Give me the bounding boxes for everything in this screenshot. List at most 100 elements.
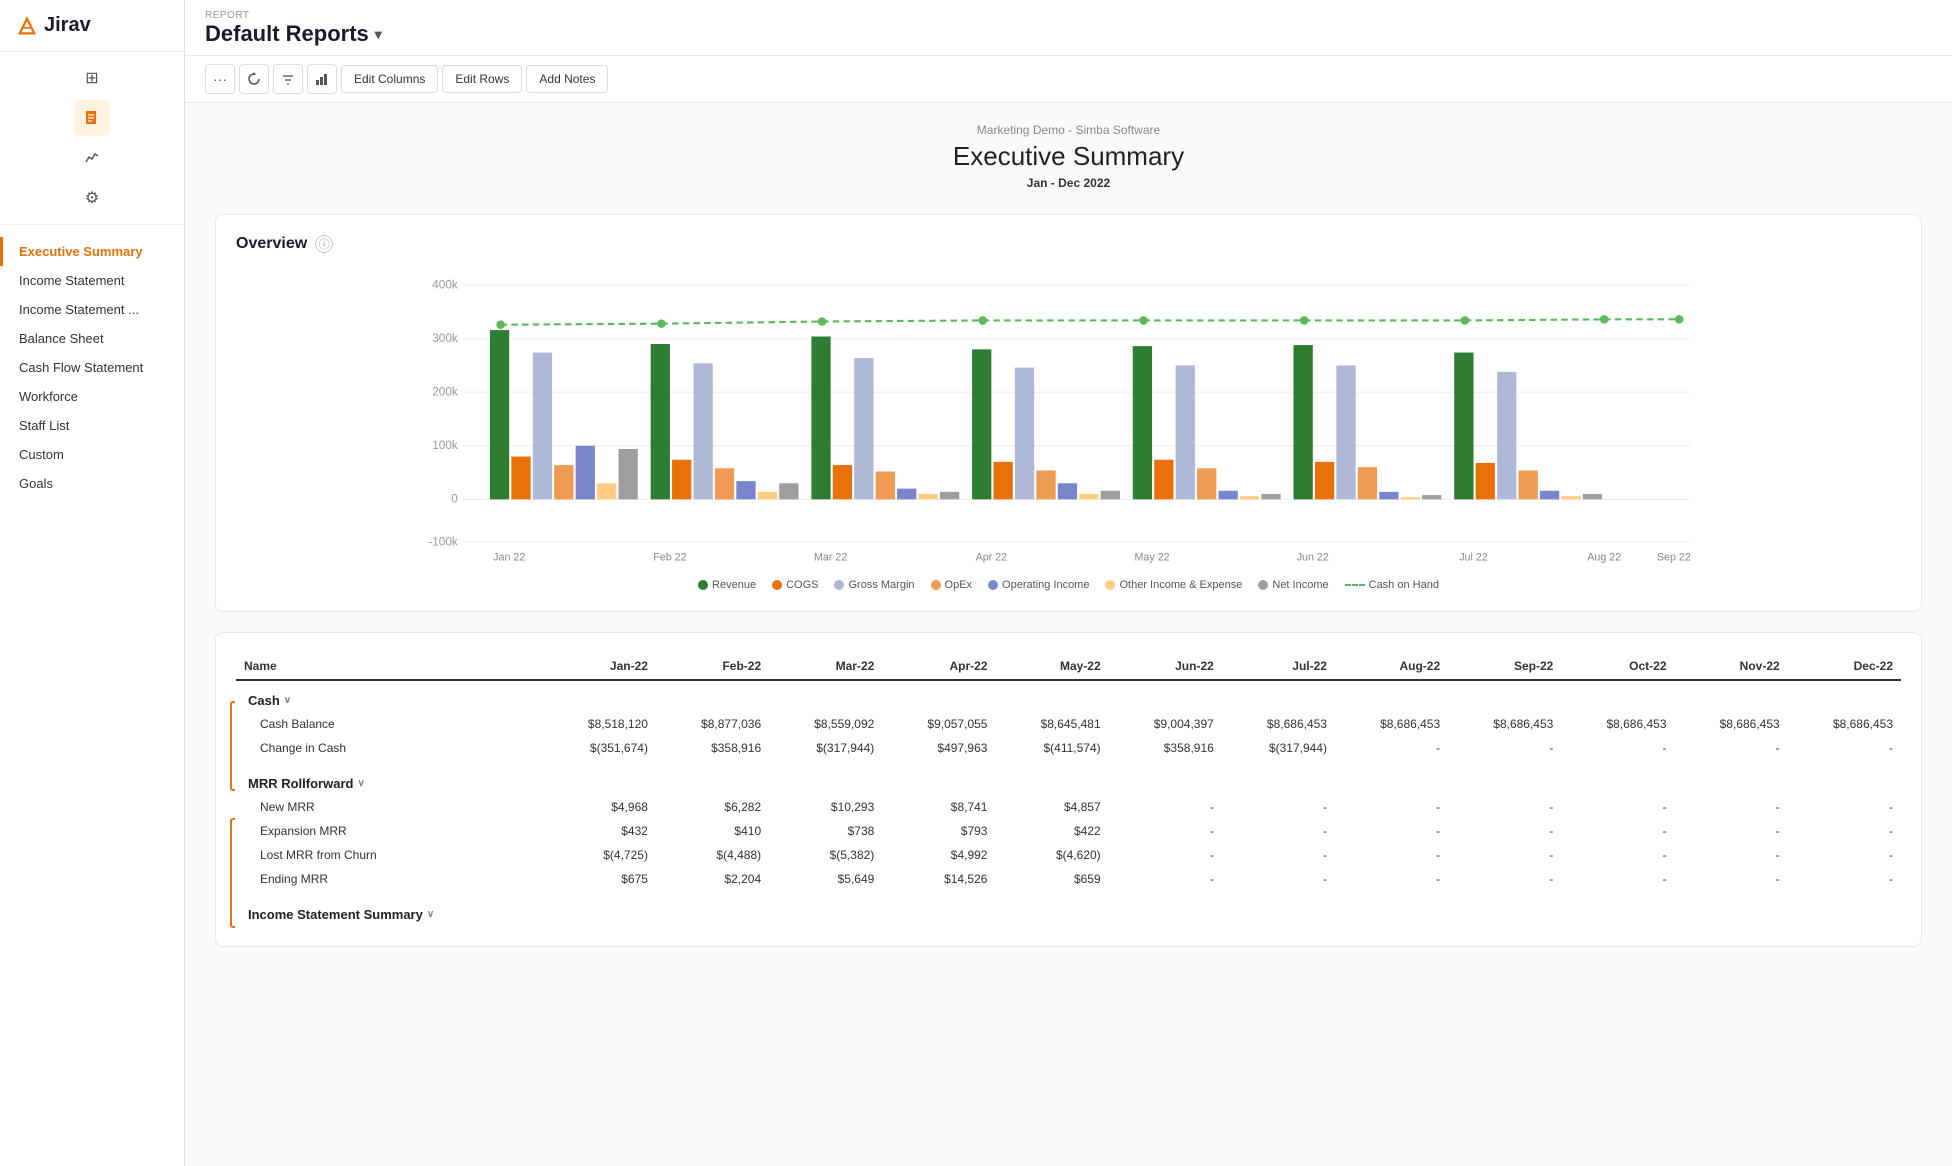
expansion-mrr-apr: $793 [882,819,995,843]
cash-balance-mar: $8,559,092 [769,712,882,736]
nav-item-income-statement-2[interactable]: Income Statement ... [0,295,184,324]
financial-table: Name Jan-22 Feb-22 Mar-22 Apr-22 May-22 … [236,653,1901,926]
new-mrr-oct: - [1561,795,1674,819]
income-statement-collapse-arrow[interactable]: ∨ [427,909,434,920]
svg-text:-100k: -100k [428,535,458,548]
svg-text:100k: 100k [432,439,458,452]
ending-mrr-dec: - [1788,867,1901,891]
new-mrr-feb: $6,282 [656,795,769,819]
new-mrr-apr: $8,741 [882,795,995,819]
nav-item-income-statement[interactable]: Income Statement [0,266,184,295]
ending-mrr-oct: - [1561,867,1674,891]
svg-text:Jun 22: Jun 22 [1297,551,1329,563]
report-header: Marketing Demo - Simba Software Executiv… [215,123,1922,190]
grid-nav-icon[interactable]: ⊞ [74,60,110,96]
toolbar: ··· Edit Columns Edit Rows Add Notes [185,56,1952,103]
expansion-mrr-may: $422 [995,819,1108,843]
nav-item-goals[interactable]: Goals [0,469,184,498]
col-mar22: Mar-22 [769,653,882,680]
cash-balance-jan: $8,518,120 [543,712,656,736]
income-statement-section-label: Income Statement Summary [248,907,423,922]
nav-item-workforce[interactable]: Workforce [0,382,184,411]
nav-item-executive-summary[interactable]: Executive Summary [0,237,184,266]
ending-mrr-jun: - [1109,867,1222,891]
more-options-button[interactable]: ··· [205,64,235,94]
mrr-section-header: MRR Rollforward ∨ [236,760,1901,795]
nav-item-cash-flow[interactable]: Cash Flow Statement [0,353,184,382]
overview-title: Overview [236,235,307,253]
chart-nav-icon[interactable] [74,140,110,176]
report-title-area: Default Reports ▾ [205,21,1932,47]
table-header-row: Name Jan-22 Feb-22 Mar-22 Apr-22 May-22 … [236,653,1901,680]
cogs-dot [772,580,782,590]
col-aug22: Aug-22 [1335,653,1448,680]
cash-collapse-arrow[interactable]: ∨ [284,695,291,706]
change-in-cash-oct: - [1561,736,1674,760]
add-notes-button[interactable]: Add Notes [526,65,608,93]
col-jan22: Jan-22 [543,653,656,680]
revenue-dot [698,580,708,590]
expansion-mrr-jul: - [1222,819,1335,843]
change-in-cash-aug: - [1335,736,1448,760]
legend-operating-income: Operating Income [988,579,1089,591]
report-title-text: Default Reports [205,21,369,47]
lost-mrr-label: Lost MRR from Churn [236,843,543,867]
change-in-cash-dec: - [1788,736,1901,760]
mrr-collapse-arrow[interactable]: ∨ [357,778,364,789]
svg-text:200k: 200k [432,385,458,398]
svg-text:May 22: May 22 [1135,551,1170,563]
other-income-dot [1105,580,1115,590]
change-in-cash-feb: $358,916 [656,736,769,760]
ending-mrr-feb: $2,204 [656,867,769,891]
logo-text: Jirav [44,14,91,37]
net-income-dot [1258,580,1268,590]
lost-mrr-row: Lost MRR from Churn $(4,725) $(4,488) $(… [236,843,1901,867]
report-main-title: Executive Summary [215,141,1922,172]
lost-mrr-jun: - [1109,843,1222,867]
chart-legend: Revenue COGS Gross Margin OpEx Operating… [236,579,1901,591]
refresh-button[interactable] [239,64,269,94]
gross-margin-dot [834,580,844,590]
overview-info-icon[interactable]: ⓘ [315,235,333,253]
report-label: REPORT [205,10,1932,21]
ending-mrr-mar: $5,649 [769,867,882,891]
edit-columns-button[interactable]: Edit Columns [341,65,438,93]
opex-dot [931,580,941,590]
svg-text:Feb 22: Feb 22 [653,551,686,563]
ending-mrr-sep: - [1448,867,1561,891]
document-nav-icon[interactable] [74,100,110,136]
filter-sort-button[interactable] [273,64,303,94]
nav-item-staff-list[interactable]: Staff List [0,411,184,440]
change-in-cash-jun: $358,916 [1109,736,1222,760]
new-mrr-nov: - [1675,795,1788,819]
settings-nav-icon[interactable]: ⚙ [74,180,110,216]
ending-mrr-row: Ending MRR $675 $2,204 $5,649 $14,526 $6… [236,867,1901,891]
lost-mrr-jul: - [1222,843,1335,867]
lost-mrr-jan: $(4,725) [543,843,656,867]
svg-text:300k: 300k [432,332,458,345]
logo-area: Jirav [0,0,184,52]
nav-item-custom[interactable]: Custom [0,440,184,469]
chart-toggle-button[interactable] [307,64,337,94]
sidebar-navigation: Executive Summary Income Statement Incom… [0,225,184,1166]
svg-text:Jan 22: Jan 22 [493,551,525,563]
expansion-mrr-row: Expansion MRR $432 $410 $738 $793 $422 -… [236,819,1901,843]
cash-balance-sep: $8,686,453 [1448,712,1561,736]
cash-section-label: Cash [248,693,280,708]
new-mrr-sep: - [1448,795,1561,819]
col-feb22: Feb-22 [656,653,769,680]
col-jul22: Jul-22 [1222,653,1335,680]
legend-gross-margin: Gross Margin [834,579,914,591]
cash-balance-oct: $8,686,453 [1561,712,1674,736]
col-name: Name [236,653,543,680]
edit-rows-button[interactable]: Edit Rows [442,65,522,93]
sort-icon [281,72,295,86]
report-dropdown-arrow[interactable]: ▾ [375,26,382,43]
lost-mrr-feb: $(4,488) [656,843,769,867]
cash-on-hand-line [1345,584,1365,586]
change-in-cash-nov: - [1675,736,1788,760]
nav-item-balance-sheet[interactable]: Balance Sheet [0,324,184,353]
svg-text:Mar 22: Mar 22 [814,551,847,563]
cash-balance-feb: $8,877,036 [656,712,769,736]
page-header: REPORT Default Reports ▾ [185,0,1952,56]
